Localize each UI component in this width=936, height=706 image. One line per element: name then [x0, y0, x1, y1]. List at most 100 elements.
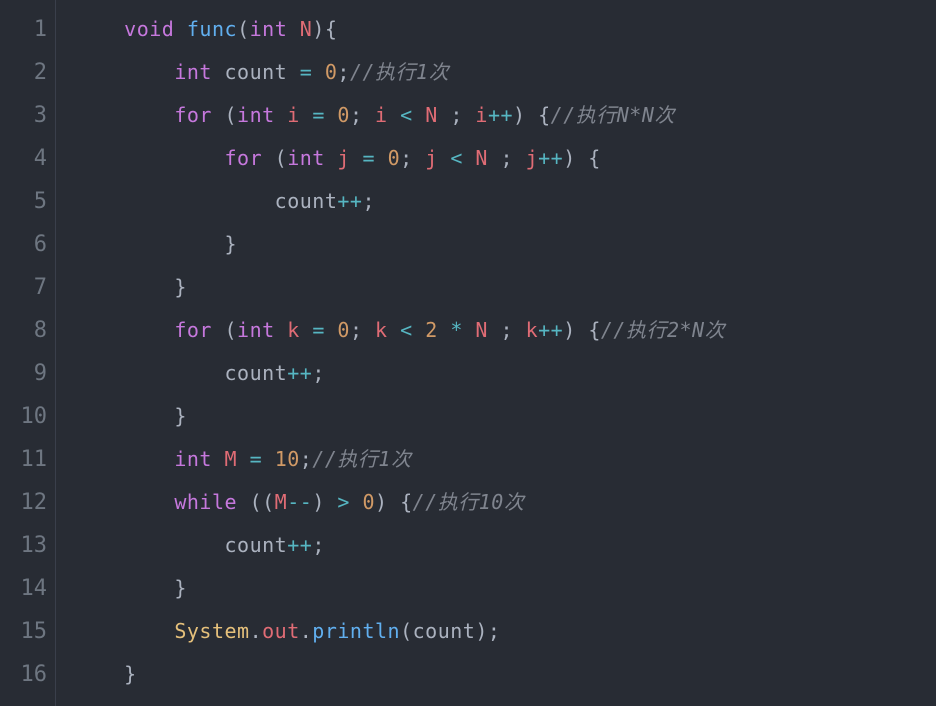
code-area[interactable]: void func(int N){ int count = 0;//执行1次 f… [56, 0, 936, 706]
token-punct: } [174, 275, 187, 299]
token-keyword: void [124, 17, 187, 41]
token-plain [237, 447, 250, 471]
code-line[interactable]: count++; [74, 524, 936, 567]
token-ident: j [425, 146, 438, 170]
indent [74, 447, 174, 471]
line-number: 16 [4, 653, 47, 696]
token-num: 2 [425, 318, 438, 342]
token-punct: } [225, 232, 238, 256]
token-keyword: for [174, 103, 224, 127]
token-ident: k [287, 318, 300, 342]
token-func: func [187, 17, 237, 41]
token-ident: i [375, 103, 388, 127]
code-line[interactable]: int count = 0;//执行1次 [74, 51, 936, 94]
code-line[interactable]: while ((M--) > 0) {//执行10次 [74, 481, 936, 524]
code-line[interactable]: System.out.println(count); [74, 610, 936, 653]
line-number: 9 [4, 352, 47, 395]
line-number: 7 [4, 266, 47, 309]
token-ident: j [337, 146, 350, 170]
token-class: System [174, 619, 249, 643]
line-number: 13 [4, 524, 47, 567]
indent [74, 189, 275, 213]
token-punct: ) { [563, 318, 601, 342]
token-ident: out [262, 619, 300, 643]
token-ident: N [425, 103, 438, 127]
indent [74, 490, 174, 514]
token-comment: //执行N*N次 [551, 103, 675, 127]
token-ident: i [475, 103, 488, 127]
token-ident: M [225, 447, 238, 471]
token-num: 0 [325, 60, 338, 84]
code-line[interactable]: } [74, 395, 936, 438]
indent [74, 361, 225, 385]
code-line[interactable]: } [74, 653, 936, 696]
indent [74, 576, 174, 600]
token-num: 10 [275, 447, 300, 471]
indent [74, 404, 174, 428]
token-ident: k [526, 318, 539, 342]
token-op: ++ [287, 361, 312, 385]
token-op: ++ [488, 103, 513, 127]
indent [74, 662, 124, 686]
code-line[interactable]: count++; [74, 352, 936, 395]
token-ident: j [526, 146, 539, 170]
token-type: int [237, 318, 287, 342]
indent [74, 103, 174, 127]
code-line[interactable]: int M = 10;//执行1次 [74, 438, 936, 481]
token-comment: //执行1次 [312, 447, 411, 471]
code-line[interactable]: } [74, 567, 936, 610]
token-punct: ; [312, 361, 325, 385]
code-line[interactable]: } [74, 266, 936, 309]
token-num: 0 [337, 103, 350, 127]
token-comment: //执行2*N次 [601, 318, 725, 342]
indent [74, 275, 174, 299]
token-op: < [450, 146, 463, 170]
code-editor[interactable]: 12345678910111213141516 void func(int N)… [0, 0, 936, 706]
token-type: int [287, 146, 337, 170]
code-line[interactable]: } [74, 223, 936, 266]
token-punct: ; [488, 146, 526, 170]
token-plain [463, 146, 476, 170]
token-paren: (( [250, 490, 275, 514]
token-op: ++ [287, 533, 312, 557]
token-punct: ; [350, 318, 375, 342]
token-punct: ; [362, 189, 375, 213]
token-var: count [225, 60, 288, 84]
token-keyword: while [174, 490, 249, 514]
token-type: int [174, 447, 224, 471]
code-line[interactable]: void func(int N){ [74, 8, 936, 51]
token-plain [438, 318, 451, 342]
token-type: int [250, 17, 300, 41]
token-plain [350, 146, 363, 170]
token-op: -- [287, 490, 312, 514]
token-punct: ); [475, 619, 500, 643]
token-keyword: for [174, 318, 224, 342]
token-punct: ; [488, 318, 526, 342]
code-line[interactable]: for (int j = 0; j < N ; j++) { [74, 137, 936, 180]
code-line[interactable]: for (int k = 0; k < 2 * N ; k++) {//执行2*… [74, 309, 936, 352]
token-var: count [275, 189, 338, 213]
token-ident: i [287, 103, 300, 127]
token-num: 0 [337, 318, 350, 342]
token-ident: M [275, 490, 288, 514]
token-plain [388, 318, 401, 342]
token-func: println [312, 619, 400, 643]
indent [74, 533, 225, 557]
token-plain [300, 318, 313, 342]
token-op: = [362, 146, 375, 170]
code-line[interactable]: for (int i = 0; i < N ; i++) {//执行N*N次 [74, 94, 936, 137]
line-number-gutter: 12345678910111213141516 [0, 0, 56, 706]
indent [74, 318, 174, 342]
line-number: 4 [4, 137, 47, 180]
token-num: 0 [363, 490, 376, 514]
token-var: count [225, 533, 288, 557]
token-op: ++ [337, 189, 362, 213]
token-plain [350, 490, 363, 514]
token-punct: . [250, 619, 263, 643]
token-type: int [237, 103, 287, 127]
token-paren: ( [225, 103, 238, 127]
token-punct: ; [337, 60, 350, 84]
token-punct: ) { [563, 146, 601, 170]
token-paren: ( [225, 318, 238, 342]
code-line[interactable]: count++; [74, 180, 936, 223]
